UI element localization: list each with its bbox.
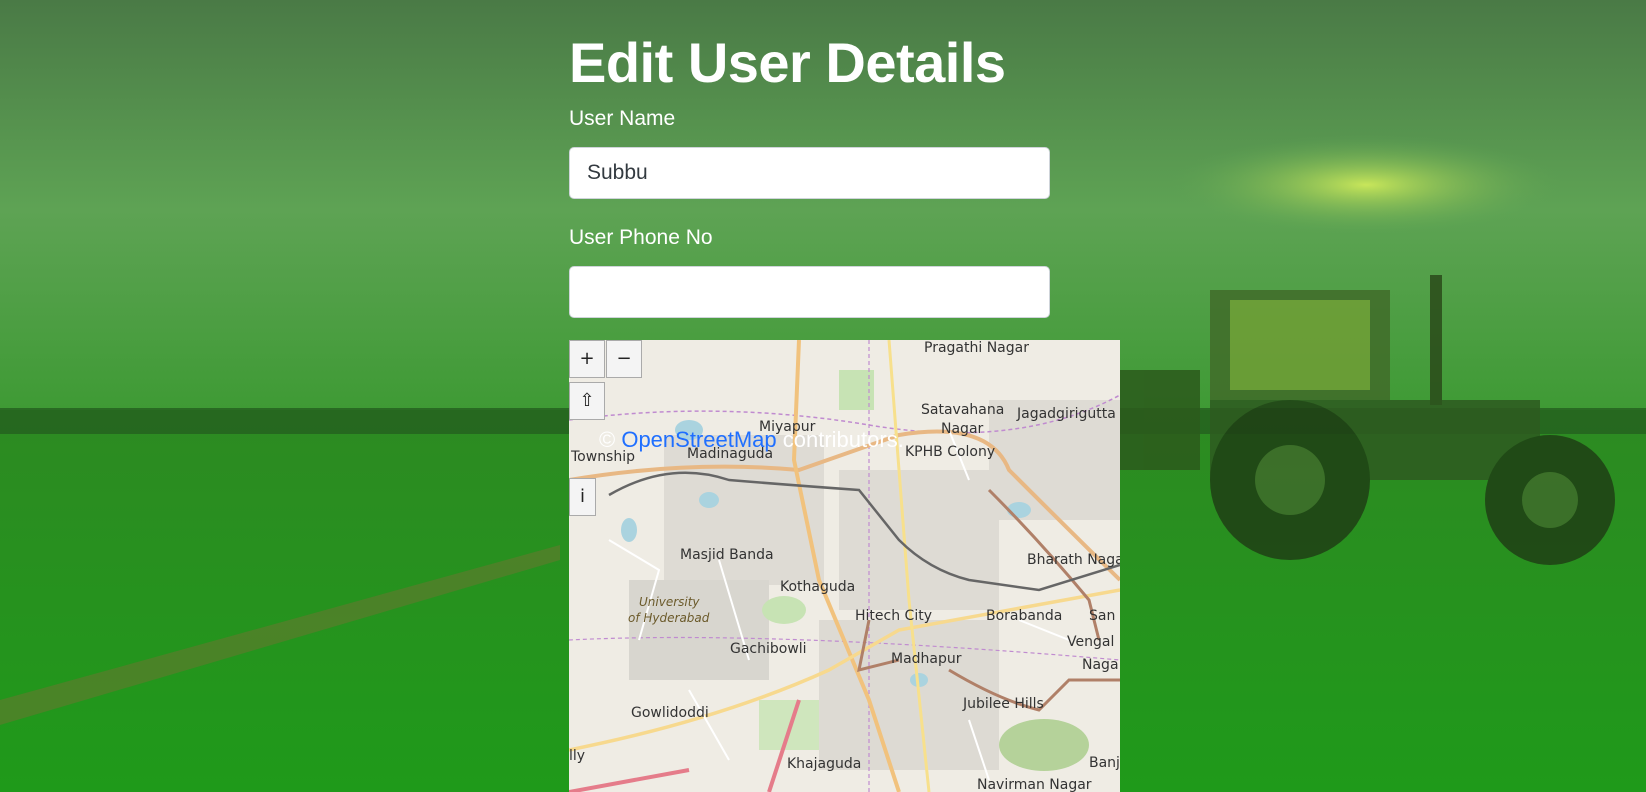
- contributors-text: contributors.: [776, 427, 904, 452]
- user-name-input[interactable]: [569, 147, 1050, 199]
- map-place-label: Hitech City: [855, 608, 932, 624]
- page-title: Edit User Details: [569, 31, 1006, 94]
- map-place-label: Naga: [1082, 657, 1119, 673]
- map-place-label: lly: [569, 748, 585, 764]
- attribution-info-button[interactable]: i: [569, 478, 596, 516]
- map-tiles: Pragathi Nagar Satavahana Nagar Jagadgir…: [569, 340, 1120, 792]
- map-place-label: KPHB Colony: [905, 444, 995, 460]
- openstreetmap-link[interactable]: OpenStreetMap: [621, 427, 776, 452]
- user-phone-input[interactable]: [569, 266, 1050, 318]
- map-place-label: San: [1089, 608, 1115, 624]
- user-name-label: User Name: [569, 107, 676, 130]
- copyright-prefix: ©: [599, 427, 622, 452]
- map-place-label: Vengal: [1067, 634, 1114, 650]
- map-place-label: Jubilee Hills: [962, 696, 1044, 712]
- zoom-in-button[interactable]: +: [569, 340, 605, 378]
- map-place-label: Kothaguda: [780, 579, 855, 595]
- user-phone-label: User Phone No: [569, 226, 713, 249]
- map-place-label: Borabanda: [986, 608, 1062, 624]
- map-place-label: Jagadgirigutta: [1016, 406, 1116, 422]
- map-place-label: Banja: [1089, 755, 1120, 771]
- map-place-label: University: [639, 595, 700, 609]
- map-place-label: Nagar: [941, 421, 984, 437]
- map-place-label: Masjid Banda: [680, 547, 774, 563]
- reset-rotation-button[interactable]: ⇧: [569, 382, 605, 420]
- map-place-label: of Hyderabad: [628, 611, 710, 625]
- map-place-label: Gachibowli: [730, 641, 807, 657]
- map-place-label: Satavahana: [921, 402, 1004, 418]
- map-place-label: Gowlidoddi: [631, 705, 709, 721]
- map-place-label: Madhapur: [891, 651, 962, 667]
- zoom-out-button[interactable]: −: [606, 340, 642, 378]
- map-place-label: Khajaguda: [787, 756, 861, 772]
- map-place-label: Pragathi Nagar: [924, 340, 1029, 356]
- location-map[interactable]: Pragathi Nagar Satavahana Nagar Jagadgir…: [569, 340, 1120, 792]
- map-attribution: © OpenStreetMap contributors.: [599, 427, 904, 453]
- map-place-label: Navirman Nagar: [977, 777, 1092, 792]
- map-place-label: Bharath Naga: [1027, 552, 1120, 568]
